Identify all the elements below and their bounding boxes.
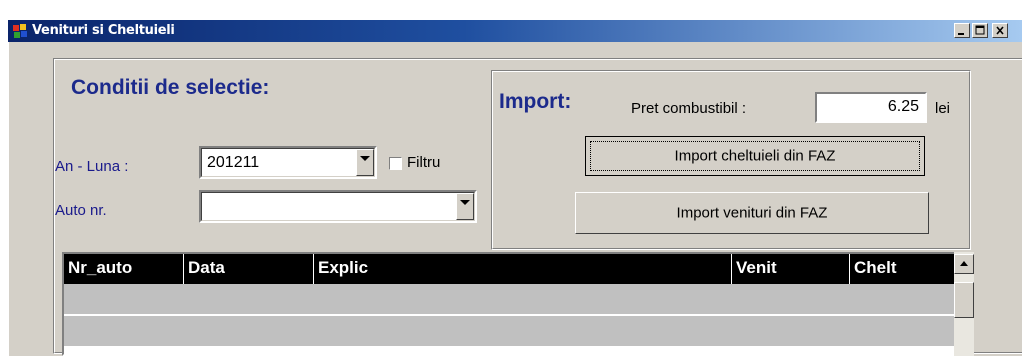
data-grid[interactable]: Nr_auto Data Explic Venit Chelt (62, 252, 962, 356)
column-header-nr-auto[interactable]: Nr_auto (64, 254, 184, 284)
an-luna-value: 201211 (207, 154, 260, 171)
import-expenses-label: Import cheltuieli din FAZ (674, 147, 836, 165)
app-icon (13, 24, 27, 38)
table-row[interactable] (64, 316, 960, 347)
column-header-explic[interactable]: Explic (314, 254, 732, 284)
column-header-venit[interactable]: Venit (732, 254, 850, 284)
auto-nr-combo[interactable] (199, 190, 477, 223)
scroll-up-button[interactable] (954, 254, 974, 274)
import-income-button[interactable]: Import venituri din FAZ (575, 192, 929, 234)
table-row[interactable] (64, 284, 960, 315)
grid-header: Nr_auto Data Explic Venit Chelt (64, 254, 960, 284)
title-bar[interactable]: Venituri si Cheltuieli (8, 20, 1022, 42)
import-income-label: Import venituri din FAZ (676, 204, 828, 222)
window-title: Venituri si Cheltuieli (32, 23, 175, 38)
import-heading: Import: (499, 90, 572, 113)
selection-heading: Conditii de selectie: (71, 76, 270, 99)
an-luna-combo[interactable]: 201211 (199, 146, 377, 179)
fuel-price-input[interactable]: 6.25 (815, 92, 927, 123)
grid-vertical-scrollbar[interactable] (954, 252, 974, 356)
close-button[interactable] (992, 23, 1008, 38)
minimize-icon (958, 33, 964, 35)
filter-checkbox[interactable] (389, 157, 402, 170)
auto-nr-label: Auto nr. (55, 202, 107, 219)
chevron-down-icon (360, 156, 370, 161)
scroll-thumb[interactable] (954, 282, 974, 318)
an-luna-dropdown-button[interactable] (356, 149, 374, 176)
column-header-chelt[interactable]: Chelt (850, 254, 960, 284)
column-header-data[interactable]: Data (184, 254, 314, 284)
chevron-down-icon (460, 200, 470, 205)
an-luna-label: An - Luna : (55, 158, 129, 175)
auto-nr-dropdown-button[interactable] (456, 193, 474, 220)
maximize-button[interactable] (972, 23, 988, 38)
maximize-icon (975, 25, 985, 35)
filter-label: Filtru (407, 154, 441, 171)
minimize-button[interactable] (954, 23, 970, 38)
close-icon (996, 26, 1004, 35)
fuel-price-label: Pret combustibil : (631, 100, 747, 117)
arrow-up-icon (960, 261, 968, 266)
currency-label: lei (935, 100, 951, 117)
import-expenses-button[interactable]: Import cheltuieli din FAZ (585, 136, 925, 176)
